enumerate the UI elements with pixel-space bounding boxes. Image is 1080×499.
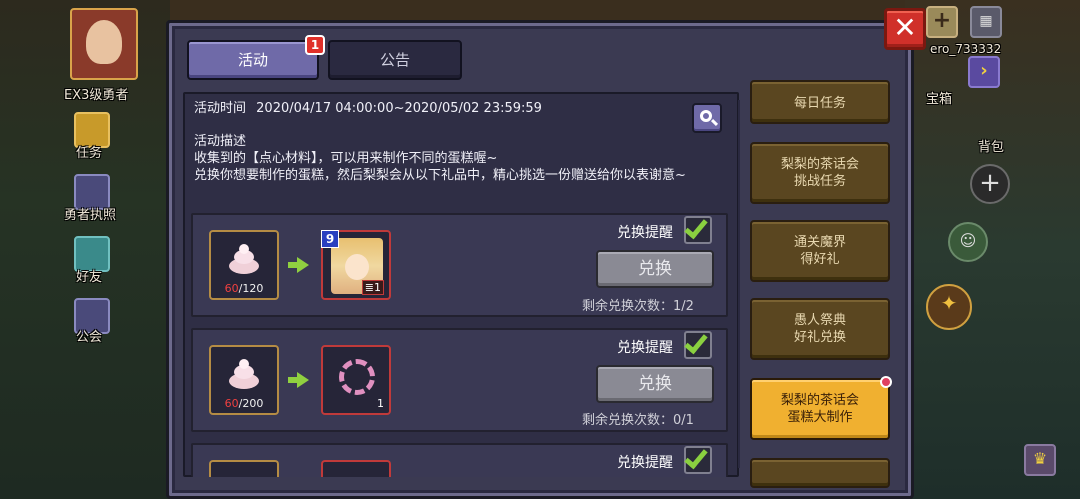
- plus-circle-icon[interactable]: +: [970, 164, 1010, 204]
- event-time-label: 活动时间 2020/04/17 04:00:00~2020/05/02 23:5…: [194, 100, 542, 117]
- check-icon: [684, 444, 708, 470]
- check-icon: [684, 329, 708, 355]
- grid-icon[interactable]: ▦: [970, 6, 1002, 38]
- chat-icon[interactable]: ☺: [948, 222, 988, 262]
- hero-avatar[interactable]: [70, 8, 138, 80]
- description-line-2: 兑换你想要制作的蛋糕，然后梨梨会从以下礼品中，精心挑选一份赠送给你以表谢意~: [194, 168, 686, 183]
- hero-license-label: 勇者执照: [64, 208, 117, 223]
- arrow-right-icon: [297, 372, 309, 388]
- event-time-value: 2020/04/17 04:00:00~2020/05/02 23:59:59: [256, 101, 542, 116]
- menu-notification-dot: [880, 376, 892, 388]
- level-badge: 9: [321, 230, 339, 248]
- material-count: 60/200: [224, 397, 264, 410]
- menu-divider: [738, 100, 740, 468]
- menu-tea-party-challenge[interactable]: 梨梨的茶话会 挑战任务: [750, 142, 890, 204]
- reward-count: 1: [377, 397, 384, 410]
- tab-events[interactable]: 活动: [187, 40, 319, 80]
- menu-next-item[interactable]: [750, 458, 890, 488]
- reward-slot[interactable]: 9 ≣1: [321, 230, 391, 300]
- menu-daily-tasks[interactable]: 每日任务: [750, 80, 890, 124]
- avatar-frame-icon: [339, 359, 375, 395]
- reward-slot[interactable]: 1: [321, 345, 391, 415]
- compass-icon[interactable]: ✦: [926, 284, 972, 330]
- menu-fools-festival-exchange[interactable]: 愚人祭典 好礼兑换: [750, 298, 890, 360]
- material-slot[interactable]: 60/200: [209, 345, 279, 415]
- event-time-title: 活动时间: [194, 101, 247, 116]
- player-id: ero_733332: [930, 42, 1002, 56]
- reminder-checkbox[interactable]: [684, 329, 712, 359]
- cream-icon: [227, 359, 261, 393]
- hero-rank-label: EX3级勇者: [64, 88, 129, 103]
- remaining-exchanges: 剩余兑换次数：1/2: [582, 299, 694, 314]
- menu-label: 通关魔界 得好礼: [793, 235, 846, 267]
- description-body: 收集到的【点心材料】，可以用来制作不同的蛋糕喔~ 兑换你想要制作的蛋糕，然后梨梨…: [194, 150, 734, 184]
- material-slot[interactable]: [209, 460, 279, 477]
- menu-label: 梨梨的茶话会 蛋糕大制作: [780, 393, 859, 425]
- cream-icon: [227, 244, 261, 278]
- reminder-checkbox[interactable]: [684, 214, 712, 244]
- arrow-right-icon[interactable]: ›: [968, 56, 1000, 88]
- menu-demon-realm-rewards[interactable]: 通关魔界 得好礼: [750, 220, 890, 282]
- bag-label: 背包: [978, 140, 1005, 155]
- check-icon: [684, 214, 708, 240]
- menu-label: 愚人祭典 好礼兑换: [793, 313, 846, 345]
- menu-tea-party-cake[interactable]: 梨梨的茶话会 蛋糕大制作: [750, 378, 890, 440]
- menu-label: 每日任务: [793, 96, 846, 111]
- reward-count: ≣1: [361, 280, 384, 295]
- reminder-checkbox[interactable]: [684, 444, 712, 474]
- description-line-1: 收集到的【点心材料】，可以用来制作不同的蛋糕喔~: [194, 151, 498, 166]
- tab-events-label: 活动: [237, 51, 268, 69]
- close-icon: ✕: [893, 11, 917, 44]
- tab-notice[interactable]: 公告: [328, 40, 462, 80]
- chest-label: 宝箱: [926, 92, 953, 107]
- tab-notice-label: 公告: [379, 51, 410, 69]
- crown-icon[interactable]: ♛: [1024, 444, 1056, 476]
- remaining-exchanges: 剩余兑换次数：0/1: [582, 413, 694, 428]
- exchange-reminder-label: 兑换提醒: [617, 455, 673, 471]
- friends-label: 好友: [76, 270, 103, 285]
- material-count: 60/120: [224, 282, 264, 295]
- game-scene-top: [170, 0, 905, 20]
- guild-label: 公会: [76, 330, 103, 345]
- material-slot[interactable]: 60/120: [209, 230, 279, 300]
- close-button[interactable]: ✕: [884, 8, 926, 50]
- search-button[interactable]: [692, 103, 722, 133]
- add-icon[interactable]: +: [926, 6, 958, 38]
- exchange-button[interactable]: 兑换: [596, 250, 714, 288]
- description-title: 活动描述: [194, 134, 247, 149]
- tab-events-badge: 1: [305, 35, 325, 55]
- reward-slot[interactable]: [321, 460, 391, 477]
- quest-label: 任务: [76, 146, 103, 161]
- arrow-right-icon: [297, 257, 309, 273]
- exchange-reminder-label: 兑换提醒: [617, 225, 673, 241]
- menu-label: 梨梨的茶话会 挑战任务: [780, 157, 859, 189]
- exchange-button[interactable]: 兑换: [596, 365, 714, 403]
- exchange-reminder-label: 兑换提醒: [617, 340, 673, 356]
